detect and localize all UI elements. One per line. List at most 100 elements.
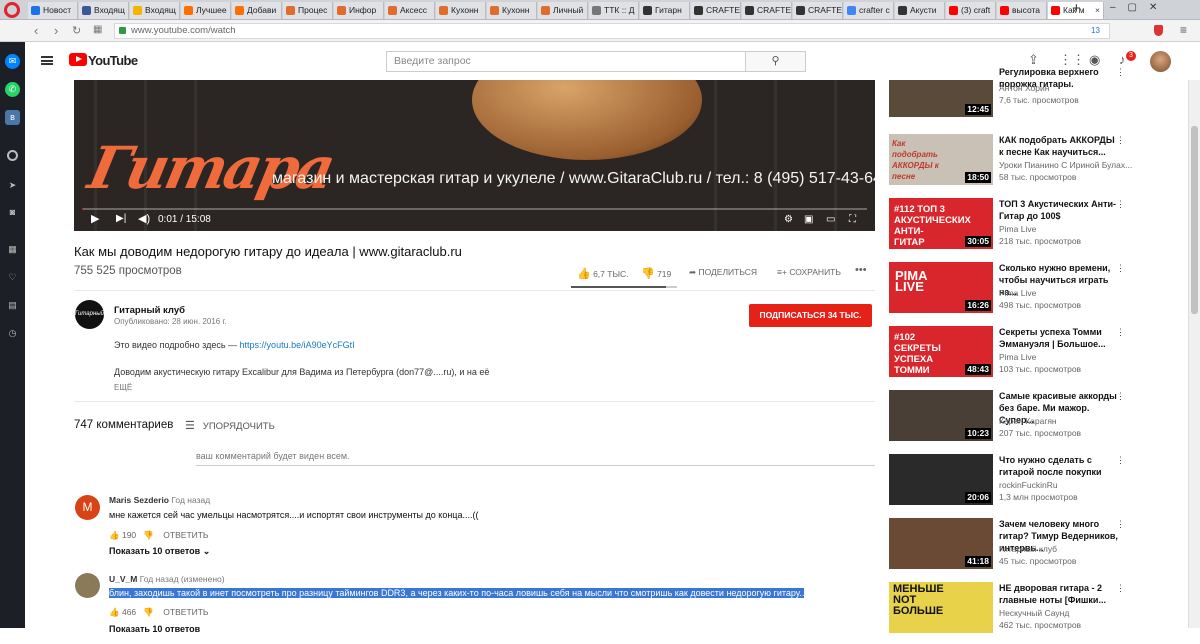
speed-dial-icon[interactable]: ▦ bbox=[93, 24, 102, 35]
browser-tab[interactable]: Инфор bbox=[334, 2, 384, 19]
thumbs-down-icon[interactable]: 👎 bbox=[143, 607, 154, 617]
browser-tab[interactable]: CRAFTE bbox=[793, 2, 843, 19]
more-options-icon[interactable]: ⋮ bbox=[1116, 455, 1125, 466]
video-thumbnail[interactable]: PIMA LIVE 16:26 bbox=[889, 262, 993, 313]
related-video[interactable]: #102 СЕКРЕТЫ УСПЕХА ТОММИ ЭММАНУЭЛЯ 48:43… bbox=[888, 326, 1188, 388]
back-icon[interactable]: ‹ bbox=[34, 23, 38, 38]
browser-tab[interactable]: crafter c bbox=[844, 2, 894, 19]
related-video-title[interactable]: КАК подобрать АККОРДЫ к песне Как научит… bbox=[999, 134, 1121, 158]
camera-icon[interactable]: ◙ bbox=[5, 205, 20, 220]
more-options-icon[interactable]: ⋮ bbox=[1116, 583, 1125, 594]
channel-avatar[interactable]: Гитарный Клуб bbox=[75, 300, 104, 346]
browser-tab[interactable]: Кухонн bbox=[436, 2, 486, 19]
show-replies-button[interactable]: Показать 10 ответов ⌄ bbox=[109, 546, 210, 557]
play-icon[interactable]: ▶ bbox=[91, 212, 99, 225]
thumbs-up-icon[interactable]: 👍 bbox=[109, 530, 120, 540]
miniplayer-icon[interactable]: ▣ bbox=[804, 214, 813, 225]
browser-tab[interactable]: CRAFTE bbox=[691, 2, 741, 19]
thumbs-up-icon[interactable]: 👍 bbox=[109, 607, 120, 617]
related-video-channel[interactable]: Нескучный Саунд bbox=[999, 608, 1069, 618]
news-icon[interactable]: ▤ bbox=[5, 298, 20, 313]
scrollbar-thumb[interactable] bbox=[1191, 126, 1198, 314]
related-video[interactable]: 41:18 Зачем человеку много гитар? Тимур В… bbox=[888, 518, 1188, 580]
opera-logo-icon[interactable] bbox=[4, 2, 20, 18]
video-thumbnail[interactable]: 41:18 bbox=[889, 518, 993, 569]
related-video-channel[interactable]: Pima Live bbox=[999, 352, 1036, 362]
whatsapp-icon[interactable]: ✆ bbox=[5, 82, 20, 97]
related-video[interactable]: МЕНЬШЕ NOT БОЛЬШЕ НЕ дворовая гитара - 2 … bbox=[888, 582, 1188, 644]
reply-button[interactable]: ОТВЕТИТЬ bbox=[163, 530, 208, 540]
related-video-title[interactable]: Секреты успеха Томми Эммануэля | Большое… bbox=[999, 326, 1121, 350]
search-sidebar-icon[interactable] bbox=[7, 150, 18, 161]
tracker-badge[interactable]: 13 bbox=[1091, 26, 1100, 35]
more-actions-icon[interactable]: ••• bbox=[855, 264, 867, 276]
send-icon[interactable]: ➤ bbox=[5, 178, 20, 193]
fullscreen-icon[interactable]: ⛶ bbox=[849, 214, 856, 225]
video-thumbnail[interactable]: #102 СЕКРЕТЫ УСПЕХА ТОММИ ЭММАНУЭЛЯ 48:43 bbox=[889, 326, 993, 377]
video-player[interactable]: Гитара магазин и мастерская гитар и укул… bbox=[74, 80, 875, 231]
related-video[interactable]: 10:23 Самые красивые аккорды без баре. Ми… bbox=[888, 390, 1188, 452]
more-options-icon[interactable]: ⋮ bbox=[1116, 391, 1125, 402]
next-icon[interactable]: ▶| bbox=[116, 213, 126, 224]
search-button[interactable]: ⚲ bbox=[745, 51, 806, 72]
volume-icon[interactable]: ◀) bbox=[138, 212, 150, 225]
related-video-title[interactable]: ТОП 3 Акустических Анти-Гитар до 100$ bbox=[999, 198, 1121, 222]
browser-tab[interactable]: высота bbox=[997, 2, 1047, 19]
browser-tab[interactable]: Новост bbox=[28, 2, 78, 19]
more-options-icon[interactable]: ⋮ bbox=[1116, 519, 1125, 530]
browser-tab[interactable]: Входящ bbox=[79, 2, 129, 19]
video-thumbnail[interactable]: МЕНЬШЕ NOT БОЛЬШЕ bbox=[889, 582, 993, 633]
url-field[interactable]: www.youtube.com/watch bbox=[114, 23, 1110, 39]
more-options-icon[interactable]: ⋮ bbox=[1116, 327, 1125, 338]
video-thumbnail[interactable]: Как подобрать АККОРДЫ к песне 18:50 bbox=[889, 134, 993, 185]
browser-tab[interactable]: ТТК :: Д bbox=[589, 2, 639, 19]
comment-input[interactable]: ваш комментарий будет виден всем. bbox=[196, 451, 350, 461]
related-video[interactable]: 20:06 Что нужно сделать с гитарой после п… bbox=[888, 454, 1188, 516]
youtube-logo-text[interactable]: YouTube bbox=[88, 53, 138, 68]
thumbs-down-icon[interactable]: 👎 bbox=[143, 530, 154, 540]
subscribe-button[interactable]: ПОДПИСАТЬСЯ 34 ТЫС. bbox=[749, 304, 872, 327]
more-options-icon[interactable]: ⋮ bbox=[1116, 135, 1125, 146]
related-video-channel[interactable]: Карен Карагян bbox=[999, 416, 1057, 426]
related-video-title[interactable]: Что нужно сделать с гитарой после покупк… bbox=[999, 454, 1121, 478]
channel-name[interactable]: Гитарный клуб bbox=[114, 305, 185, 316]
browser-tab[interactable]: (3) craft bbox=[946, 2, 996, 19]
dislike-button[interactable]: 👎 719 bbox=[641, 267, 671, 280]
related-video-channel[interactable]: Уроки Пианино С Ириной Булах... bbox=[999, 160, 1132, 170]
forward-icon[interactable]: › bbox=[54, 23, 58, 38]
heart-icon[interactable]: ♡ bbox=[5, 270, 20, 285]
window-controls[interactable]: –▢✕ bbox=[1110, 2, 1169, 13]
browser-tab[interactable]: Личный bbox=[538, 2, 588, 19]
video-thumbnail[interactable]: 10:23 bbox=[889, 390, 993, 441]
browser-tab[interactable]: Кухонн bbox=[487, 2, 537, 19]
reload-icon[interactable]: ↻ bbox=[72, 24, 81, 37]
related-video[interactable]: Как подобрать АККОРДЫ к песне 18:50 КАК по… bbox=[888, 134, 1188, 196]
sort-button[interactable]: ☰ УПОРЯДОЧИТЬ bbox=[185, 419, 275, 432]
related-video[interactable]: #112 ТОП 3 АКУСТИЧЕСКИХ АНТИ-ГИТАР 30:05 Т… bbox=[888, 198, 1188, 260]
notifications-icon[interactable]: ♪ bbox=[1119, 52, 1126, 67]
browser-tab[interactable]: Входящ bbox=[130, 2, 180, 19]
related-video-channel[interactable]: Pima Live bbox=[999, 288, 1036, 298]
browser-tab[interactable]: CRAFTE bbox=[742, 2, 792, 19]
progress-bar[interactable] bbox=[82, 208, 867, 210]
more-options-icon[interactable]: ⋮ bbox=[1116, 199, 1125, 210]
show-more-button[interactable]: ЕЩЁ bbox=[114, 383, 132, 392]
browser-tab[interactable]: Процес bbox=[283, 2, 333, 19]
description-link[interactable]: https://youtu.be/iA90eYcFGtI bbox=[240, 340, 355, 350]
more-options-icon[interactable]: ⋮ bbox=[1116, 67, 1125, 78]
youtube-logo-icon[interactable] bbox=[69, 53, 87, 66]
history-icon[interactable]: ◷ bbox=[5, 326, 20, 341]
reply-button[interactable]: ОТВЕТИТЬ bbox=[163, 607, 208, 617]
new-tab-button[interactable]: + bbox=[1072, 0, 1081, 17]
related-video-channel[interactable]: Антон Хорин bbox=[999, 83, 1049, 93]
related-video[interactable]: 12:45 Регулировка верхнего порожка гитары… bbox=[888, 66, 1188, 128]
related-video-channel[interactable]: Pima Live bbox=[999, 224, 1036, 234]
browser-menu-icon[interactable]: ≡ bbox=[1180, 23, 1187, 37]
browser-tab[interactable]: Лучшее bbox=[181, 2, 231, 19]
video-thumbnail[interactable]: 20:06 bbox=[889, 454, 993, 505]
share-button[interactable]: ➦ ПОДЕЛИТЬСЯ bbox=[689, 267, 757, 278]
menu-icon[interactable] bbox=[41, 56, 53, 65]
comment-avatar[interactable]: M bbox=[75, 495, 100, 520]
related-video-channel[interactable]: Гитарный клуб bbox=[999, 544, 1057, 554]
video-thumbnail[interactable]: 12:45 bbox=[889, 80, 993, 117]
